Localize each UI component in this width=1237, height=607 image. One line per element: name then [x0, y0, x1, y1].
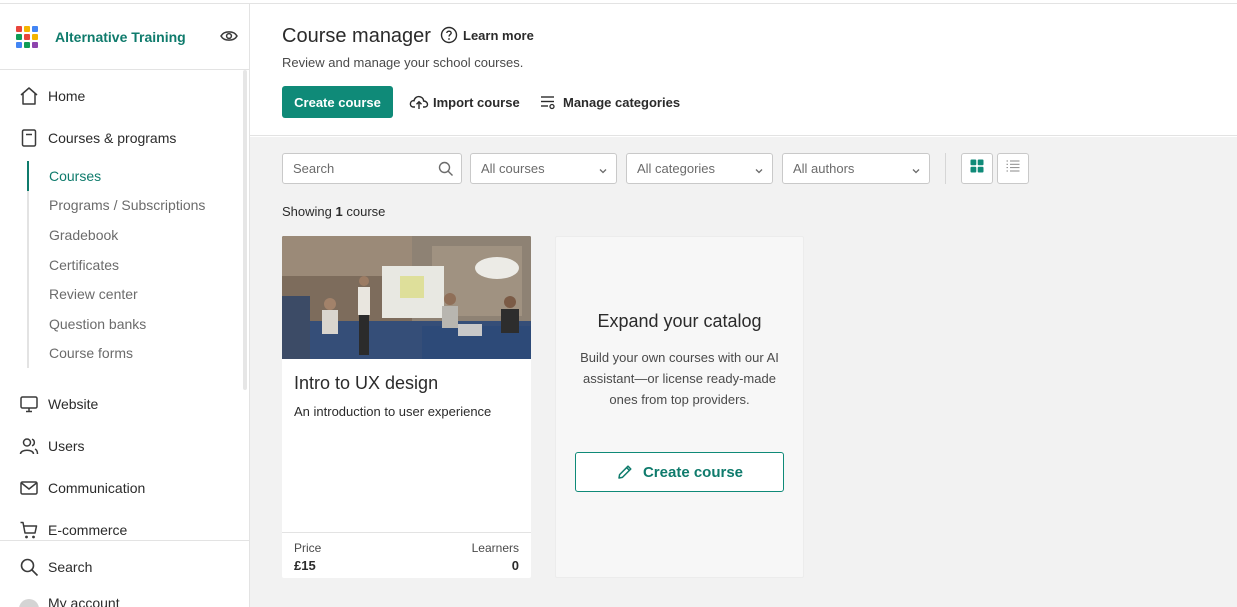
create-course-outline-label: Create course: [642, 463, 744, 481]
sidebar-item-my-account[interactable]: My account: [0, 588, 245, 607]
grid-icon: [970, 159, 984, 178]
courses-subnav: Courses Programs / Subscriptions Gradebo…: [27, 161, 245, 369]
sidebar-subitem-gradebook[interactable]: Gradebook: [29, 220, 245, 250]
toolbar-divider: [945, 153, 946, 184]
sidebar-subitem-course-forms[interactable]: Course forms: [29, 339, 245, 369]
sidebar-item-search[interactable]: Search: [0, 552, 245, 582]
sidebar-scrollbar[interactable]: [243, 70, 247, 390]
list-view-button[interactable]: [997, 153, 1029, 184]
book-icon: [18, 127, 40, 149]
price-label: Price: [294, 541, 322, 555]
course-list-area: All courses All categories All authors S…: [250, 137, 1237, 607]
grid-view-button[interactable]: [961, 153, 993, 184]
sidebar-item-label: E-commerce: [48, 522, 128, 538]
sidebar-item-label: Home: [48, 88, 86, 104]
pencil-icon: [616, 463, 634, 481]
brand-name[interactable]: Alternative Training: [55, 29, 186, 45]
course-card[interactable]: Intro to UX design An introduction to us…: [282, 236, 531, 578]
course-description: An introduction to user experience: [294, 404, 492, 419]
create-course-outline-button[interactable]: Create course: [575, 452, 784, 492]
learn-more-link[interactable]: Learn more: [440, 26, 534, 44]
cart-icon: [18, 519, 40, 541]
learners-value: 0: [511, 558, 519, 573]
logo-tile: [32, 33, 38, 40]
list-icon: [1006, 159, 1020, 178]
sidebar-item-communication[interactable]: Communication: [0, 473, 245, 503]
help-icon: [440, 26, 458, 44]
results-count: Showing 1 course: [282, 204, 385, 219]
sidebar-item-website[interactable]: Website: [0, 389, 245, 419]
sidebar: Alternative Training Home Courses & prog…: [0, 4, 250, 607]
home-icon: [18, 85, 40, 107]
import-course-label: Import course: [433, 94, 520, 110]
manage-categories-label: Manage categories: [563, 94, 681, 110]
learners-label: Learners: [471, 541, 519, 555]
page-header: Course manager Learn more Review and man…: [250, 5, 1237, 136]
sidebar-item-label: My account: [48, 595, 120, 607]
logo-tile: [24, 33, 30, 40]
logo-tile: [16, 41, 22, 48]
sidebar-divider: [0, 540, 249, 541]
chevron-down-icon: [754, 164, 764, 174]
price-value: £15: [294, 558, 316, 573]
sidebar-item-label: Communication: [48, 480, 146, 496]
eye-icon[interactable]: [219, 26, 239, 46]
users-icon: [18, 435, 40, 457]
expand-catalog-card: Expand your catalog Build your own cours…: [555, 236, 804, 578]
sidebar-subitem-programs[interactable]: Programs / Subscriptions: [29, 191, 245, 221]
page-title: Course manager: [282, 25, 431, 47]
sidebar-item-label: Courses & programs: [48, 130, 177, 146]
authors-filter-select[interactable]: All authors: [782, 153, 930, 184]
showing-count: 1: [335, 204, 343, 219]
select-value: All categories: [637, 161, 716, 176]
expand-catalog-title: Expand your catalog: [597, 311, 762, 331]
avatar: [18, 592, 40, 607]
sidebar-item-courses-programs[interactable]: Courses & programs: [0, 123, 245, 153]
brand-logo: [16, 25, 38, 48]
sidebar-subitem-certificates[interactable]: Certificates: [29, 250, 245, 280]
categories-list-icon: [539, 93, 559, 111]
logo-tile: [32, 41, 38, 48]
page-subtitle: Review and manage your school courses.: [282, 55, 524, 70]
sidebar-item-label: Search: [48, 559, 93, 575]
showing-suffix: course: [346, 204, 386, 219]
search-icon: [18, 556, 40, 578]
courses-filter-select[interactable]: All courses: [470, 153, 617, 184]
sidebar-subitem-question-banks[interactable]: Question banks: [29, 309, 245, 339]
logo-tile: [24, 25, 30, 32]
sidebar-subitem-courses[interactable]: Courses: [27, 161, 245, 191]
brand-header: Alternative Training: [0, 4, 249, 70]
monitor-icon: [18, 393, 40, 415]
sidebar-item-label: Website: [48, 396, 99, 412]
showing-prefix: Showing: [282, 204, 332, 219]
manage-categories-button[interactable]: Manage categories: [539, 93, 680, 111]
logo-tile: [32, 25, 38, 32]
course-title[interactable]: Intro to UX design: [294, 373, 438, 394]
mail-icon: [18, 477, 40, 499]
logo-tile: [16, 33, 22, 40]
chevron-down-icon: [911, 164, 921, 174]
logo-tile: [24, 41, 30, 48]
sidebar-item-label: Users: [48, 438, 85, 454]
learn-more-label: Learn more: [463, 27, 534, 43]
sidebar-subitem-review-center[interactable]: Review center: [29, 279, 245, 309]
search-icon[interactable]: [438, 161, 454, 177]
sidebar-item-users[interactable]: Users: [0, 431, 245, 461]
cloud-upload-icon: [409, 93, 429, 111]
course-card-footer: Price £15 Learners 0: [282, 532, 531, 578]
categories-filter-select[interactable]: All categories: [626, 153, 773, 184]
create-course-button[interactable]: Create course: [282, 86, 393, 118]
chevron-down-icon: [598, 164, 608, 174]
search-field[interactable]: [282, 153, 462, 184]
course-thumbnail: [282, 236, 531, 359]
select-value: All authors: [793, 161, 855, 176]
expand-catalog-text: Build your own courses with our AI assis…: [580, 350, 779, 407]
import-course-button[interactable]: Import course: [409, 93, 520, 111]
select-value: All courses: [481, 161, 545, 176]
sidebar-item-home[interactable]: Home: [0, 81, 245, 111]
logo-tile: [16, 25, 22, 32]
search-input[interactable]: [283, 154, 423, 183]
